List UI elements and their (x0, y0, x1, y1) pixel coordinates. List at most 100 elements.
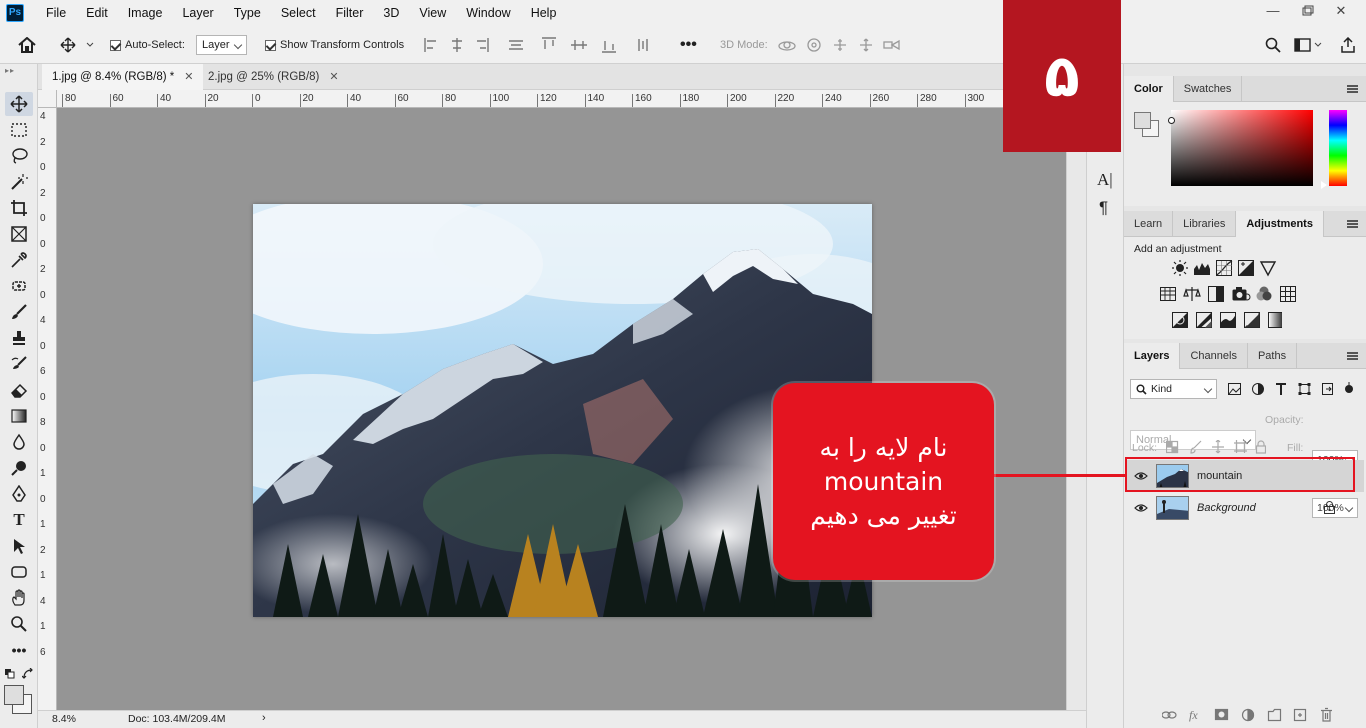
layer-name[interactable]: mountain (1197, 470, 1242, 482)
zoom-tool[interactable] (5, 612, 33, 636)
delete-layer-icon[interactable] (1321, 707, 1332, 722)
character-panel-icon[interactable]: A| (1097, 170, 1113, 190)
new-adjustment-layer-icon[interactable] (1241, 708, 1255, 722)
paragraph-panel-icon[interactable]: ¶ (1099, 198, 1108, 218)
brush-tool[interactable] (5, 300, 33, 324)
channel-mixer-icon[interactable] (1256, 286, 1272, 301)
close-icon[interactable]: ✕ (329, 71, 338, 83)
invert-icon[interactable] (1172, 312, 1188, 328)
adjustment-filter-icon[interactable] (1252, 383, 1264, 395)
menu-filter[interactable]: Filter (326, 0, 374, 26)
menu-image[interactable]: Image (118, 0, 173, 26)
hue-slider[interactable] (1329, 110, 1347, 186)
pixel-filter-icon[interactable] (1228, 383, 1241, 395)
layer-filter-dropdown[interactable]: Kind (1130, 379, 1217, 399)
magic-wand-tool[interactable] (5, 170, 33, 194)
hand-tool[interactable] (5, 586, 33, 610)
edit-toolbar-button[interactable]: ••• (5, 638, 33, 662)
clone-stamp-tool[interactable] (5, 326, 33, 350)
color-balance-icon[interactable] (1183, 287, 1201, 301)
posterize-icon[interactable] (1196, 312, 1212, 328)
shape-filter-icon[interactable] (1298, 383, 1311, 395)
layer-row-background[interactable]: Background (1126, 492, 1364, 524)
layer-row-mountain[interactable]: mountain (1126, 460, 1364, 492)
move-tool-preset[interactable] (60, 26, 96, 64)
frame-tool[interactable] (5, 222, 33, 246)
link-layers-icon[interactable] (1162, 711, 1177, 719)
eyedropper-tool[interactable] (5, 248, 33, 272)
restore-button[interactable] (1290, 0, 1324, 22)
history-brush-tool[interactable] (5, 352, 33, 376)
ruler-origin[interactable] (38, 90, 57, 108)
tab-learn[interactable]: Learn (1124, 211, 1174, 237)
tab-swatches[interactable]: Swatches (1174, 76, 1243, 102)
default-colors-icon[interactable] (4, 668, 16, 680)
exposure-icon[interactable] (1238, 260, 1254, 276)
tab-color[interactable]: Color (1124, 76, 1174, 102)
share-button[interactable] (1340, 26, 1356, 64)
saturation-brightness-field[interactable] (1171, 110, 1313, 186)
menu-file[interactable]: File (36, 0, 76, 26)
blur-tool[interactable] (5, 430, 33, 454)
menu-type[interactable]: Type (224, 0, 271, 26)
menu-select[interactable]: Select (271, 0, 326, 26)
more-options-button[interactable]: ••• (680, 26, 697, 64)
tab-1-jpg[interactable]: 1.jpg @ 8.4% (RGB/8) * ✕ (42, 64, 204, 90)
visibility-eye-icon[interactable] (1126, 503, 1156, 513)
gradient-tool[interactable] (5, 404, 33, 428)
type-filter-icon[interactable] (1276, 383, 1286, 395)
marquee-tool[interactable] (5, 118, 33, 142)
menu-layer[interactable]: Layer (172, 0, 223, 26)
home-button[interactable] (18, 26, 36, 64)
threshold-icon[interactable] (1220, 312, 1236, 328)
close-icon[interactable]: ✕ (184, 71, 193, 83)
lasso-tool[interactable] (5, 144, 33, 168)
hue-handle-icon[interactable] (1321, 181, 1327, 189)
menu-3d[interactable]: 3D (373, 0, 409, 26)
pen-tool[interactable] (5, 482, 33, 506)
panel-menu-icon[interactable] (1347, 220, 1358, 228)
menu-help[interactable]: Help (521, 0, 567, 26)
fg-color-chip[interactable] (1134, 112, 1151, 129)
tab-2-jpg[interactable]: 2.jpg @ 25% (RGB/8) ✕ (198, 64, 349, 90)
tab-paths[interactable]: Paths (1248, 343, 1298, 369)
selective-color-icon[interactable] (1244, 312, 1260, 328)
show-transform-checkbox[interactable]: Show Transform Controls (265, 26, 404, 64)
hue-saturation-icon[interactable] (1160, 287, 1176, 301)
move-tool[interactable] (5, 92, 33, 116)
lock-artboard-icon[interactable] (1234, 440, 1247, 453)
color-picker-handle[interactable] (1168, 117, 1175, 124)
tab-channels[interactable]: Channels (1180, 343, 1248, 369)
lock-position-icon[interactable] (1212, 440, 1224, 454)
panel-menu-icon[interactable] (1347, 352, 1358, 360)
menu-view[interactable]: View (409, 0, 456, 26)
brightness-icon[interactable] (1172, 260, 1188, 276)
smart-object-filter-icon[interactable] (1322, 383, 1333, 395)
levels-icon[interactable] (1194, 263, 1210, 275)
vibrance-icon[interactable] (1259, 261, 1277, 277)
curves-icon[interactable] (1216, 260, 1233, 276)
photo-filter-icon[interactable] (1232, 287, 1251, 301)
shape-tool[interactable] (5, 560, 33, 584)
lock-all-icon[interactable] (1255, 440, 1266, 454)
foreground-color-swatch[interactable] (4, 685, 24, 705)
path-selection-tool[interactable] (5, 534, 33, 558)
minimize-button[interactable]: — (1256, 0, 1290, 22)
toolbar-grip-icon[interactable]: ▸▸ (5, 66, 15, 75)
vertical-scrollbar[interactable] (1066, 108, 1086, 710)
eraser-tool[interactable] (5, 378, 33, 402)
add-mask-icon[interactable] (1214, 708, 1229, 721)
lock-pixels-icon[interactable] (1190, 440, 1202, 454)
swap-colors-icon[interactable] (22, 668, 34, 680)
status-menu-chevron-icon[interactable]: › (262, 712, 266, 724)
gradient-map-icon[interactable] (1268, 312, 1283, 328)
type-tool[interactable]: T (5, 508, 33, 532)
tab-adjustments[interactable]: Adjustments (1236, 211, 1324, 237)
filter-toggle-icon[interactable] (1345, 382, 1353, 393)
layer-style-icon[interactable]: fx (1189, 708, 1198, 722)
auto-select-checkbox[interactable]: Auto-Select: (110, 26, 185, 64)
lock-transparent-icon[interactable] (1166, 440, 1179, 454)
visibility-eye-icon[interactable] (1126, 471, 1156, 481)
layer-name[interactable]: Background (1197, 502, 1256, 514)
dodge-tool[interactable] (5, 456, 33, 480)
